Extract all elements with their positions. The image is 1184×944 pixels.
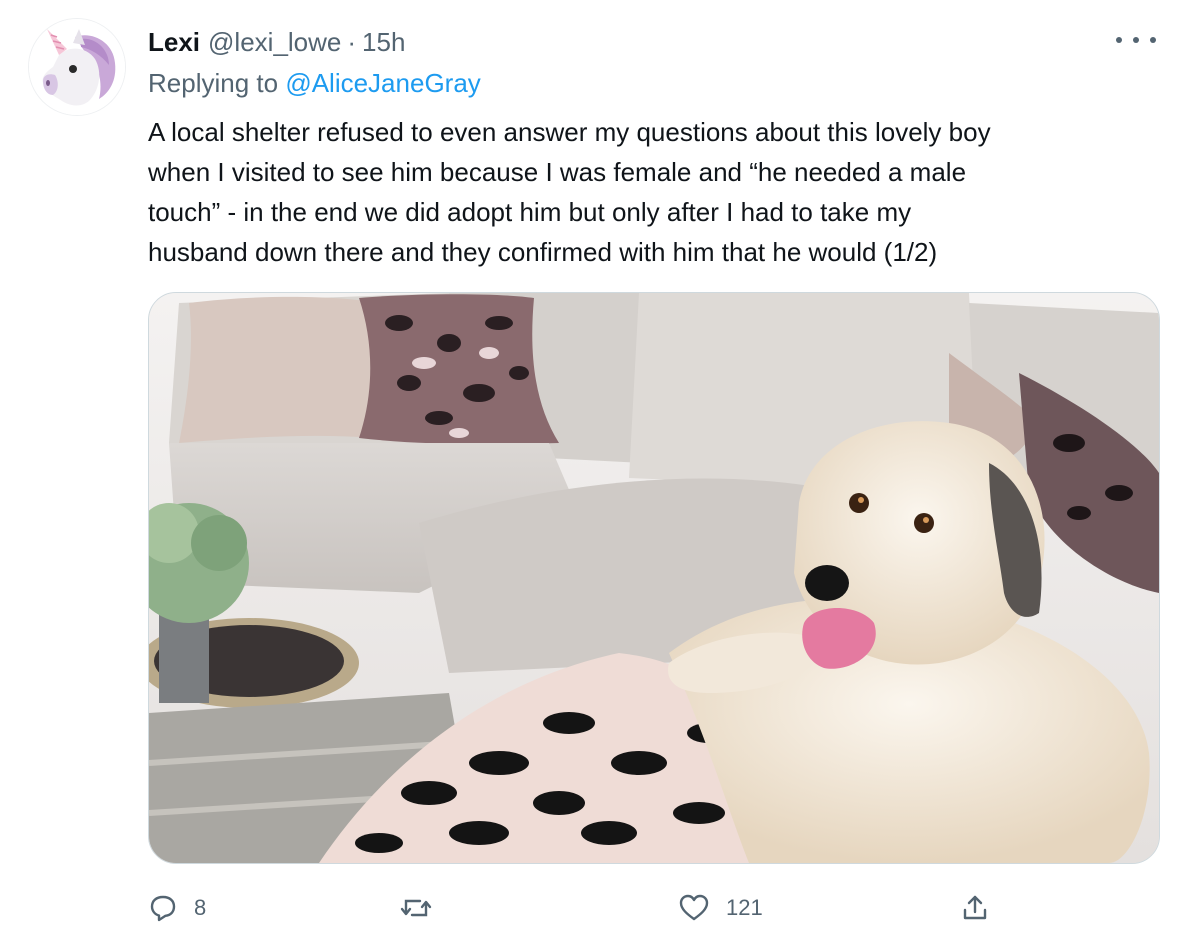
share-icon (963, 895, 987, 920)
unicorn-icon (29, 19, 125, 115)
timestamp[interactable]: 15h (362, 27, 405, 58)
reply-button[interactable]: 8 (148, 886, 206, 930)
retweet-icon (400, 899, 432, 917)
tweet-photo[interactable] (148, 292, 1160, 864)
replying-to-label: Replying to (148, 68, 279, 98)
tweet: Lexi @lexi_lowe · 15h Replying to @Alice… (0, 0, 1184, 944)
like-count: 121 (726, 895, 763, 920)
tweet-header: Lexi @lexi_lowe · 15h (148, 24, 405, 60)
heart-icon (679, 894, 709, 921)
separator-dot: · (347, 26, 357, 57)
mention-link[interactable]: @AliceJaneGray (285, 68, 480, 98)
user-handle[interactable]: @lexi_lowe (208, 27, 341, 58)
avatar[interactable] (28, 18, 126, 116)
reply-icon (150, 895, 176, 922)
dog-on-sofa-photo (149, 293, 1159, 863)
tweet-text: A local shelter refused to even answer m… (148, 112, 1158, 272)
tweet-text-line: husband down there and they confirmed wi… (148, 237, 938, 267)
share-button[interactable] (960, 886, 1006, 930)
action-bar: 8 121 (148, 886, 1158, 930)
replying-to: Replying to @AliceJaneGray (148, 68, 481, 99)
tweet-text-line: when I visited to see him because I was … (148, 157, 967, 187)
reply-count: 8 (194, 895, 207, 920)
more-options-icon[interactable] (1116, 30, 1156, 50)
tweet-text-line: touch” - in the end we did adopt him but… (148, 197, 912, 227)
retweet-button[interactable] (400, 886, 448, 930)
like-button[interactable]: 121 (678, 886, 763, 930)
display-name[interactable]: Lexi (148, 27, 200, 58)
tweet-text-line: A local shelter refused to even answer m… (148, 117, 991, 147)
